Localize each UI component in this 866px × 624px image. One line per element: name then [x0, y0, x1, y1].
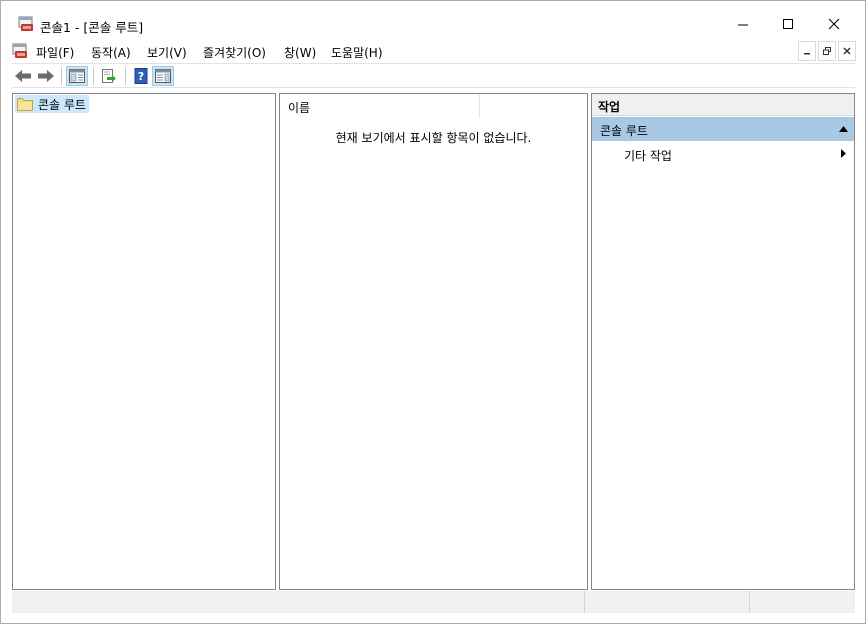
back-arrow-icon: [15, 70, 31, 82]
document-window-controls: [798, 41, 856, 62]
status-divider: [749, 591, 750, 613]
show-hide-tree-button[interactable]: [66, 66, 88, 86]
tree-item-console-root[interactable]: 콘솔 루트: [15, 95, 89, 113]
actions-pane-title: 작업: [598, 100, 621, 114]
close-icon: [828, 18, 840, 30]
export-list-icon: [102, 69, 116, 83]
console-tree-pane[interactable]: 콘솔 루트: [12, 93, 276, 590]
menu-window[interactable]: 창(W): [284, 44, 316, 61]
show-hide-action-pane-button[interactable]: [152, 66, 174, 86]
document-close-button[interactable]: [838, 41, 856, 61]
forward-button[interactable]: [35, 66, 57, 86]
menu-file[interactable]: 파일(F): [36, 44, 74, 61]
window-title: 콘솔1 - [콘솔 루트]: [40, 20, 144, 35]
menu-bar: 파일(F) 동작(A) 보기(V) 즐겨찾기(O) 창(W) 도움말(H): [1, 40, 865, 62]
menu-view[interactable]: 보기(V): [147, 44, 187, 61]
minimize-icon: [804, 53, 810, 55]
toolbar-separator: [125, 67, 126, 85]
document-restore-button[interactable]: [818, 41, 836, 61]
document-system-icon[interactable]: [12, 43, 28, 59]
result-list-pane[interactable]: 이름 현재 보기에서 표시할 항목이 없습니다.: [279, 93, 588, 590]
menu-help[interactable]: 도움말(H): [331, 44, 383, 61]
close-icon: [843, 47, 851, 55]
actions-pane[interactable]: 작업 콘솔 루트 기타 작업: [591, 93, 855, 590]
export-list-button[interactable]: [98, 66, 120, 86]
help-button[interactable]: ?: [130, 66, 152, 86]
empty-list-message: 현재 보기에서 표시할 항목이 없습니다.: [335, 131, 532, 145]
collapse-up-icon: [839, 126, 848, 132]
menu-divider: [12, 63, 855, 64]
minimize-icon: [738, 24, 748, 26]
svg-text:?: ?: [138, 70, 144, 83]
maximize-icon: [783, 19, 793, 29]
actions-pane-header: 작업: [592, 94, 854, 116]
toolbar-separator: [93, 67, 94, 85]
menu-action[interactable]: 동작(A): [91, 44, 131, 61]
toolbar-separator: [61, 67, 62, 85]
toolbar-divider: [12, 87, 855, 88]
title-bar[interactable]: 콘솔1 - [콘솔 루트]: [1, 1, 865, 35]
column-header-label: 이름: [288, 101, 311, 115]
action-item-label: 기타 작업: [624, 149, 672, 163]
mmc-window: 콘솔1 - [콘솔 루트] 파일(F) 동작(A) 보기(V) 즐겨찾기(O) …: [0, 0, 866, 624]
actions-group-label: 콘솔 루트: [600, 124, 648, 138]
folder-icon: [17, 98, 33, 111]
document-minimize-button[interactable]: [798, 41, 816, 61]
action-item-more-actions[interactable]: 기타 작업: [592, 142, 854, 165]
menu-favorites[interactable]: 즐겨찾기(O): [203, 44, 266, 61]
back-button[interactable]: [12, 66, 34, 86]
restore-icon: [823, 47, 831, 55]
list-header: 이름: [280, 94, 587, 118]
show-hide-action-pane-icon: [155, 69, 171, 83]
tree-item-label: 콘솔 루트: [38, 97, 86, 112]
status-divider: [584, 591, 585, 613]
column-header-name[interactable]: 이름: [280, 94, 480, 118]
mmc-app-icon[interactable]: [18, 16, 34, 32]
help-icon: ?: [134, 68, 148, 84]
show-hide-tree-icon: [69, 69, 85, 83]
forward-arrow-icon: [38, 70, 54, 82]
submenu-arrow-icon: [841, 149, 846, 158]
toolbar: ?: [12, 65, 855, 87]
status-bar: [12, 591, 855, 613]
actions-group-console-root[interactable]: 콘솔 루트: [592, 117, 854, 141]
